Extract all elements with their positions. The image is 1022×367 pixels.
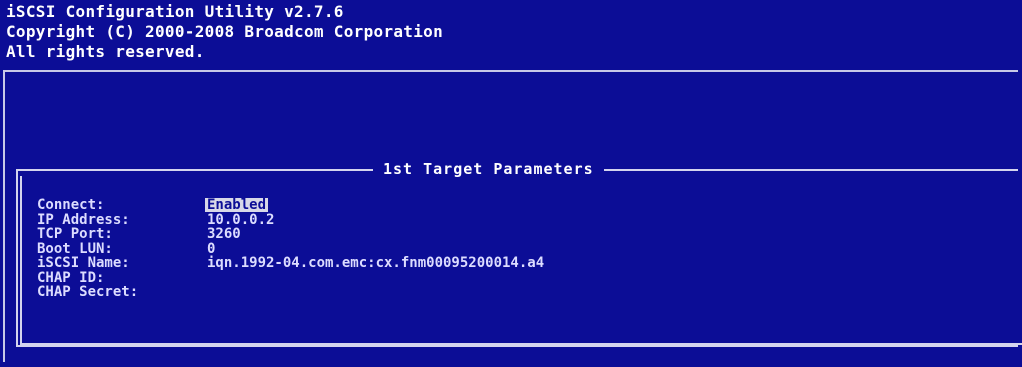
field-row-boot-lun[interactable]: Boot LUN: 0 [37,242,544,257]
iscsi-name-value[interactable]: iqn.1992-04.com.emc:cx.fnm00095200014.a4 [207,256,544,270]
field-row-chap-id[interactable]: CHAP ID: [37,271,544,286]
field-row-iscsi-name[interactable]: iSCSI Name: iqn.1992-04.com.emc:cx.fnm00… [37,256,544,271]
panel-title: 1st Target Parameters [373,160,604,178]
boot-lun-value[interactable]: 0 [207,242,215,256]
field-row-connect[interactable]: Connect: Enabled [37,198,544,213]
copyright-text: Copyright (C) 2000-2008 Broadcom Corpora… [6,22,444,41]
iscsi-config-screen: iSCSI Configuration Utility v2.7.6 Copyr… [0,0,1022,367]
ip-address-value[interactable]: 10.0.0.2 [207,213,274,227]
tcp-port-value[interactable]: 3260 [207,227,241,241]
rights-text: All rights reserved. [6,42,205,61]
field-row-tcp-port[interactable]: TCP Port: 3260 [37,227,544,242]
panel-inner-border [20,176,22,345]
connect-label: Connect: [37,197,105,214]
boot-lun-label: Boot LUN: [37,240,113,257]
field-row-ip-address[interactable]: IP Address: 10.0.0.2 [37,213,544,228]
field-row-chap-secret[interactable]: CHAP Secret: [37,285,544,300]
chap-secret-label: CHAP Secret: [37,284,139,301]
connect-value[interactable]: Enabled [205,198,269,213]
panel-bottom-border [20,343,1022,345]
header-divider [4,70,1018,72]
utility-title: iSCSI Configuration Utility v2.7.6 [6,2,344,21]
utility-header: iSCSI Configuration Utility v2.7.6 Copyr… [6,2,1016,62]
chap-id-label: CHAP ID: [37,269,105,286]
tcp-port-label: TCP Port: [37,226,113,243]
iscsi-name-label: iSCSI Name: [37,255,130,272]
left-border [3,70,5,362]
target-fields: Connect: Enabled IP Address: 10.0.0.2 TC… [37,198,544,300]
ip-address-label: IP Address: [37,211,130,228]
